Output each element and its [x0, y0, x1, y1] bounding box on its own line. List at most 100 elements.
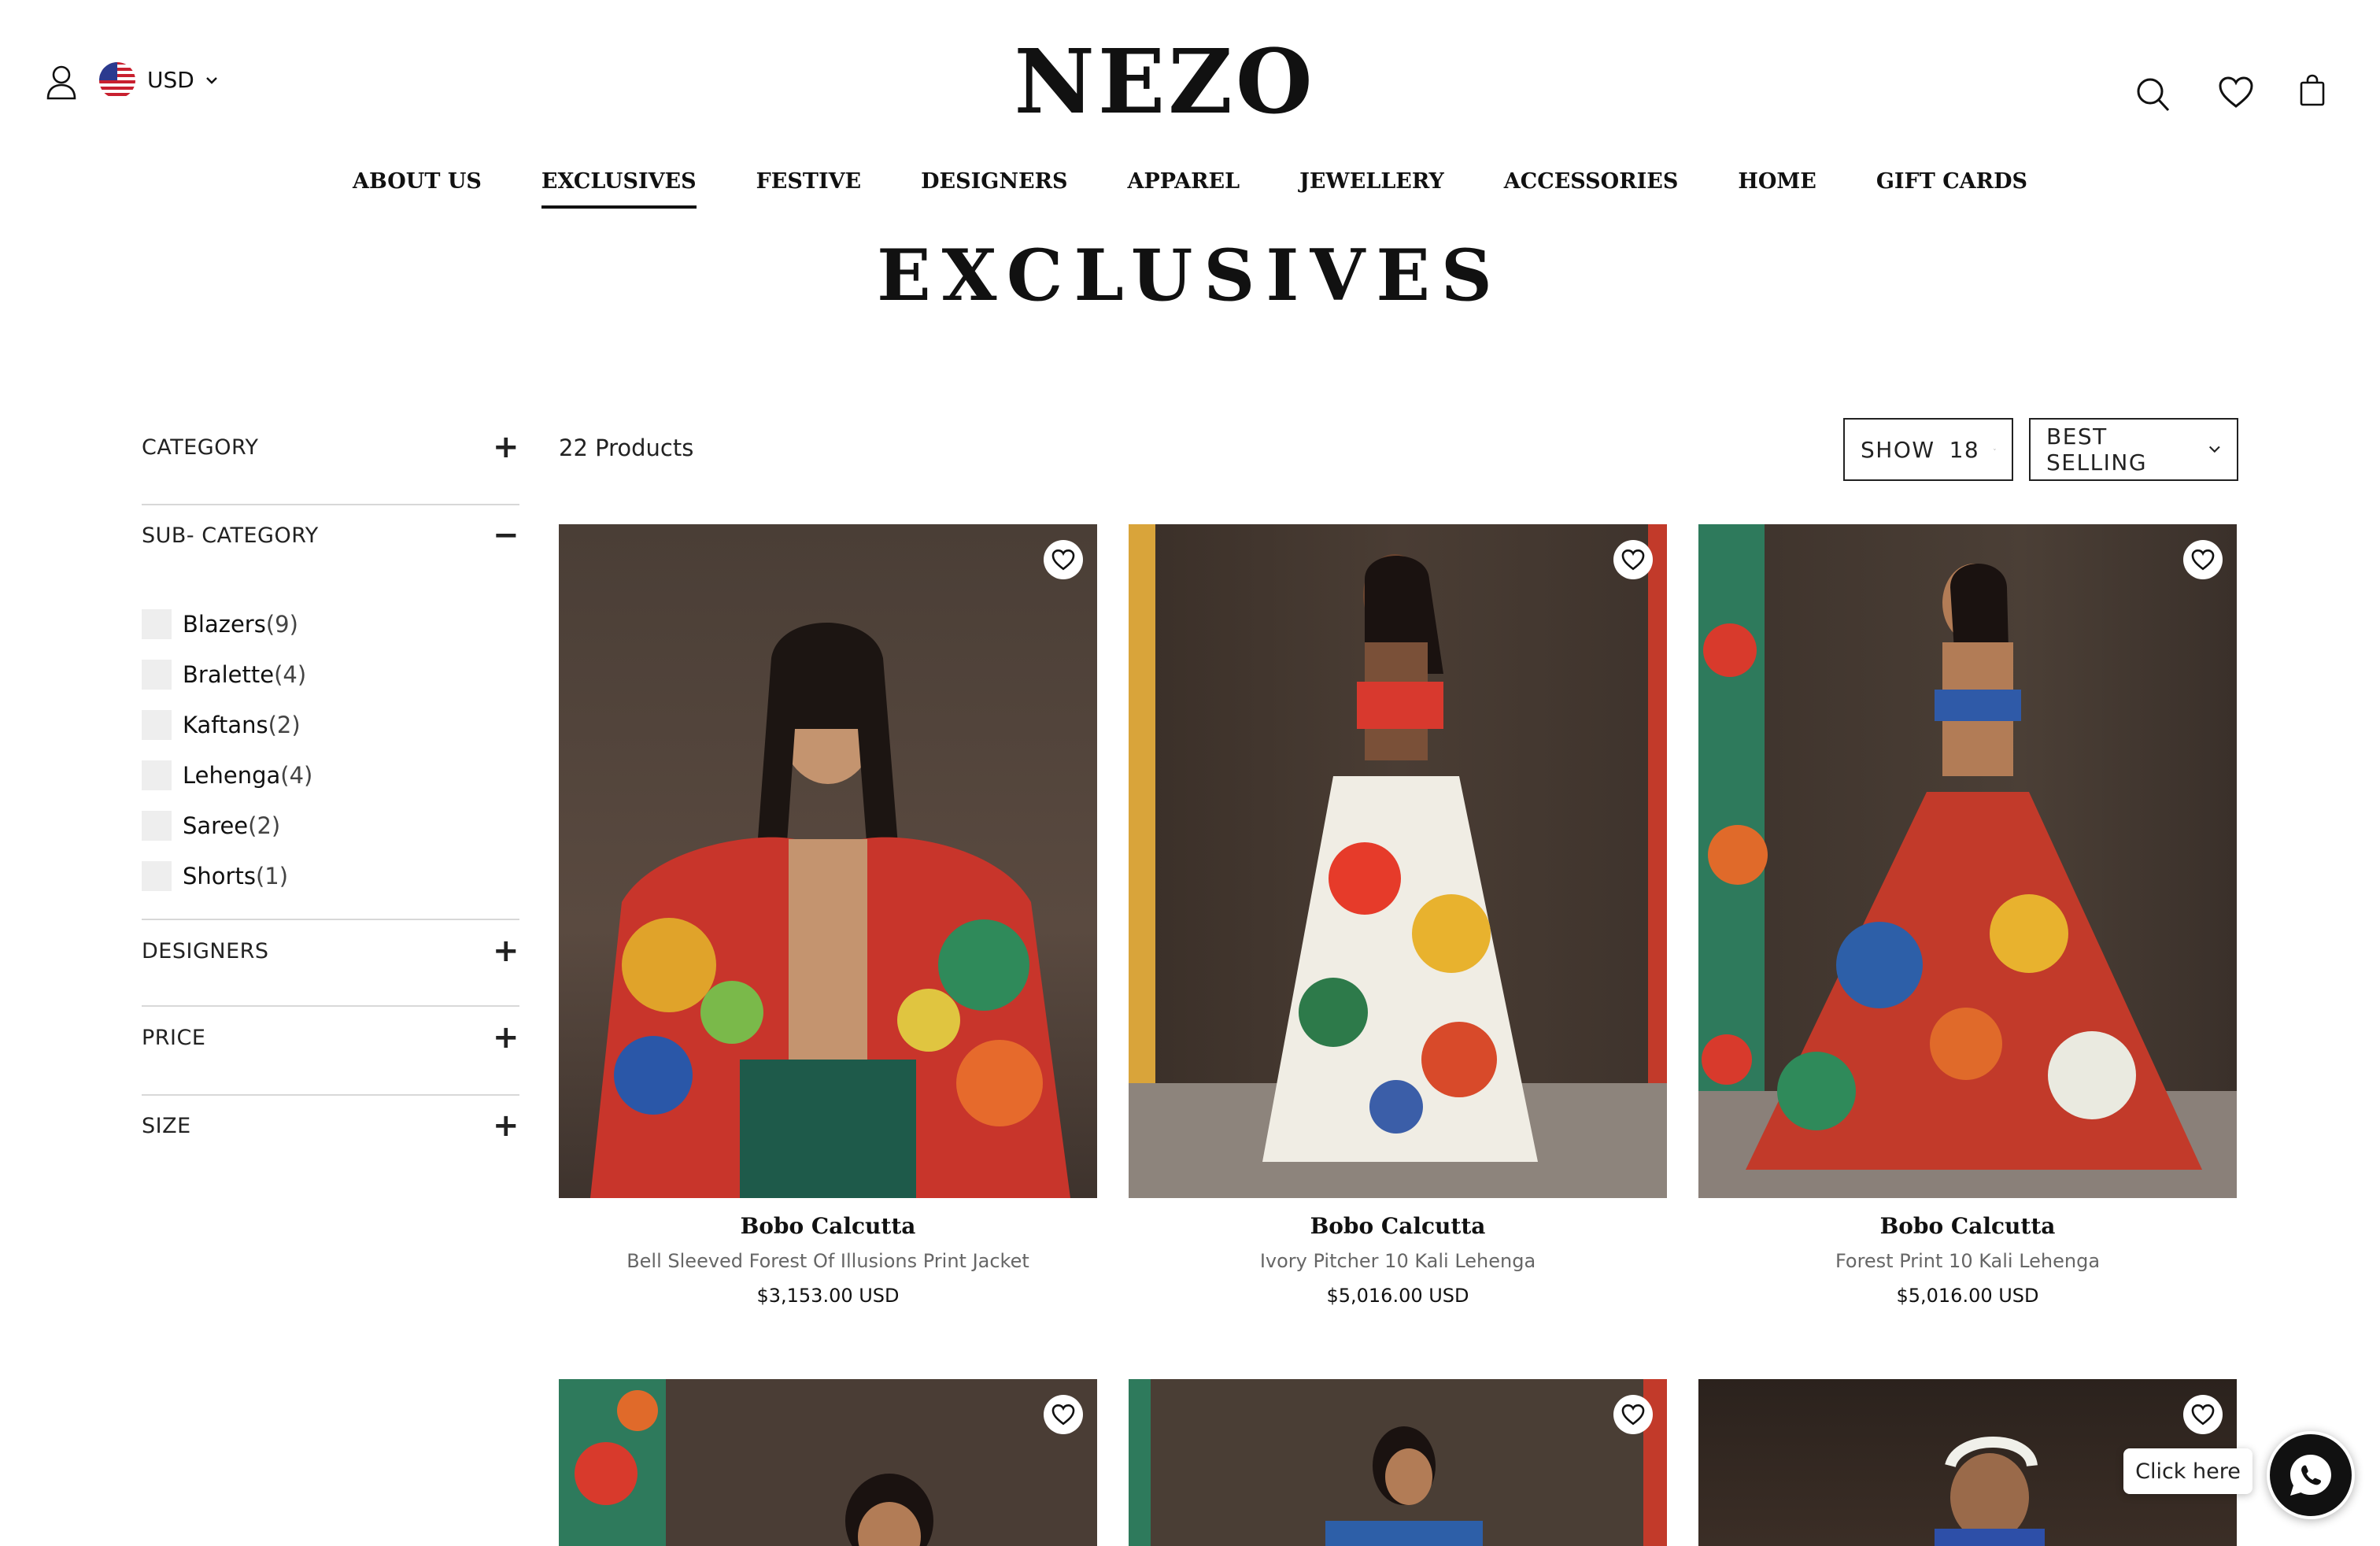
nav-home[interactable]: HOME — [1738, 161, 1816, 202]
product-card-info[interactable]: Bobo Calcutta Forest Print 10 Kali Lehen… — [1698, 1211, 2237, 1311]
checkbox[interactable] — [142, 760, 172, 790]
nav-jewellery[interactable]: JEWELLERY — [1299, 161, 1444, 202]
nav-gift-cards[interactable]: GIFT CARDS — [1876, 161, 2027, 202]
page-title: EXCLUSIVES — [877, 234, 1503, 317]
chevron-down-icon — [2209, 446, 2220, 453]
product-price: $5,016.00 USD — [1896, 1285, 2039, 1307]
option-label: Bralette — [183, 661, 275, 688]
heart-icon — [2219, 76, 2253, 108]
wishlist-toggle[interactable] — [1613, 540, 1653, 579]
option-label: Shorts — [183, 863, 256, 890]
checkbox[interactable] — [142, 861, 172, 891]
show-per-page-select[interactable]: SHOW 18 — [1843, 418, 2013, 481]
filter-category-toggle[interactable]: CATEGORY + — [142, 431, 519, 463]
product-image[interactable] — [559, 1379, 1097, 1546]
product-count: 22 Products — [559, 435, 694, 461]
search-icon — [2137, 78, 2170, 112]
collapse-icon: − — [492, 517, 519, 553]
heart-icon — [1051, 1404, 1075, 1426]
wishlist-toggle[interactable] — [2183, 540, 2223, 579]
product-image[interactable] — [1698, 524, 2237, 1198]
option-label: Saree — [183, 812, 249, 839]
wishlist-button[interactable] — [2218, 76, 2254, 109]
product-image[interactable] — [559, 524, 1097, 1198]
cart-button[interactable] — [2299, 74, 2326, 107]
wishlist-toggle[interactable] — [1613, 1395, 1653, 1434]
show-label: SHOW — [1861, 436, 1935, 463]
product-image[interactable] — [1129, 1379, 1667, 1546]
whatsapp-button[interactable] — [2267, 1431, 2355, 1519]
subcategory-option-saree[interactable]: Saree(2) — [142, 811, 280, 841]
filter-price-label: PRICE — [142, 1025, 206, 1050]
product-card-info[interactable]: Bobo Calcutta Bell Sleeved Forest Of Ill… — [559, 1211, 1097, 1311]
nav-about-us[interactable]: ABOUT US — [353, 161, 482, 202]
wishlist-toggle[interactable] — [1044, 540, 1083, 579]
product-name[interactable]: Forest Print 10 Kali Lehenga — [1698, 1245, 2237, 1277]
option-count: (4) — [274, 661, 307, 688]
option-count: (9) — [265, 611, 298, 638]
divider — [142, 1094, 519, 1096]
wishlist-toggle[interactable] — [2183, 1395, 2223, 1434]
product-price: $3,153.00 USD — [756, 1285, 900, 1307]
product-image[interactable] — [1129, 524, 1667, 1198]
expand-icon: + — [492, 1019, 519, 1056]
show-value: 18 — [1949, 436, 1980, 463]
checkbox[interactable] — [142, 609, 172, 639]
option-label: Lehenga — [183, 762, 281, 789]
filter-price-toggle[interactable]: PRICE + — [142, 1022, 519, 1053]
filter-size-toggle[interactable]: SIZE + — [142, 1110, 519, 1141]
expand-icon: + — [492, 933, 519, 969]
checkbox[interactable] — [142, 660, 172, 690]
divider — [142, 919, 519, 920]
heart-icon — [1621, 1404, 1645, 1426]
checkbox[interactable] — [142, 811, 172, 841]
product-brand: Bobo Calcutta — [740, 1213, 916, 1239]
filter-category-label: CATEGORY — [142, 435, 259, 460]
product-brand: Bobo Calcutta — [1310, 1213, 1486, 1239]
chevron-down-icon — [1994, 449, 1996, 450]
heart-icon — [2191, 1404, 2215, 1426]
heart-icon — [1051, 549, 1075, 571]
product-photo — [1698, 524, 2237, 1198]
subcategory-option-kaftans[interactable]: Kaftans(2) — [142, 710, 301, 740]
filter-subcategory-toggle[interactable]: SUB- CATEGORY − — [142, 520, 519, 551]
subcategory-option-shorts[interactable]: Shorts(1) — [142, 861, 288, 891]
checkbox[interactable] — [142, 710, 172, 740]
sort-select[interactable]: BEST SELLING — [2029, 418, 2238, 481]
option-label: Blazers — [183, 611, 266, 638]
site-logo[interactable]: NEZO — [0, 31, 2330, 134]
bag-icon — [2300, 74, 2325, 106]
subcategory-option-bralette[interactable]: Bralette(4) — [142, 660, 306, 690]
product-photo — [559, 1379, 933, 1546]
filter-size-label: SIZE — [142, 1113, 191, 1138]
nav-accessories[interactable]: ACCESSORIES — [1504, 161, 1679, 202]
option-count: (4) — [280, 762, 313, 789]
expand-icon: + — [492, 1108, 519, 1144]
product-price: $5,016.00 USD — [1326, 1285, 1469, 1307]
nav-exclusives[interactable]: EXCLUSIVES — [541, 161, 697, 209]
filter-designers-toggle[interactable]: DESIGNERS + — [142, 935, 519, 967]
divider — [142, 1005, 519, 1007]
product-photo — [1129, 524, 1667, 1198]
nav-apparel[interactable]: APPAREL — [1128, 161, 1240, 202]
option-count: (2) — [268, 712, 301, 738]
nav-designers[interactable]: DESIGNERS — [921, 161, 1067, 202]
product-name[interactable]: Bell Sleeved Forest Of Illusions Print J… — [559, 1245, 1097, 1277]
subcategory-option-blazers[interactable]: Blazers(9) — [142, 609, 298, 639]
search-button[interactable] — [2136, 77, 2171, 113]
nav-festive[interactable]: FESTIVE — [756, 161, 862, 202]
expand-icon: + — [492, 429, 519, 465]
chat-prompt[interactable]: Click here — [2123, 1448, 2252, 1494]
wishlist-toggle[interactable] — [1044, 1395, 1083, 1434]
product-card-info[interactable]: Bobo Calcutta Ivory Pitcher 10 Kali Lehe… — [1129, 1211, 1667, 1311]
subcategory-option-lehenga[interactable]: Lehenga(4) — [142, 760, 312, 790]
product-photo — [590, 623, 1070, 1198]
option-label: Kaftans — [183, 712, 268, 738]
divider — [142, 504, 519, 505]
whatsapp-icon — [2290, 1455, 2331, 1496]
heart-icon — [2191, 549, 2215, 571]
option-count: (1) — [255, 863, 289, 890]
product-name[interactable]: Ivory Pitcher 10 Kali Lehenga — [1129, 1245, 1667, 1277]
product-brand: Bobo Calcutta — [1879, 1213, 2056, 1239]
main-nav: ABOUT US EXCLUSIVES FESTIVE DESIGNERS AP… — [0, 161, 2380, 209]
